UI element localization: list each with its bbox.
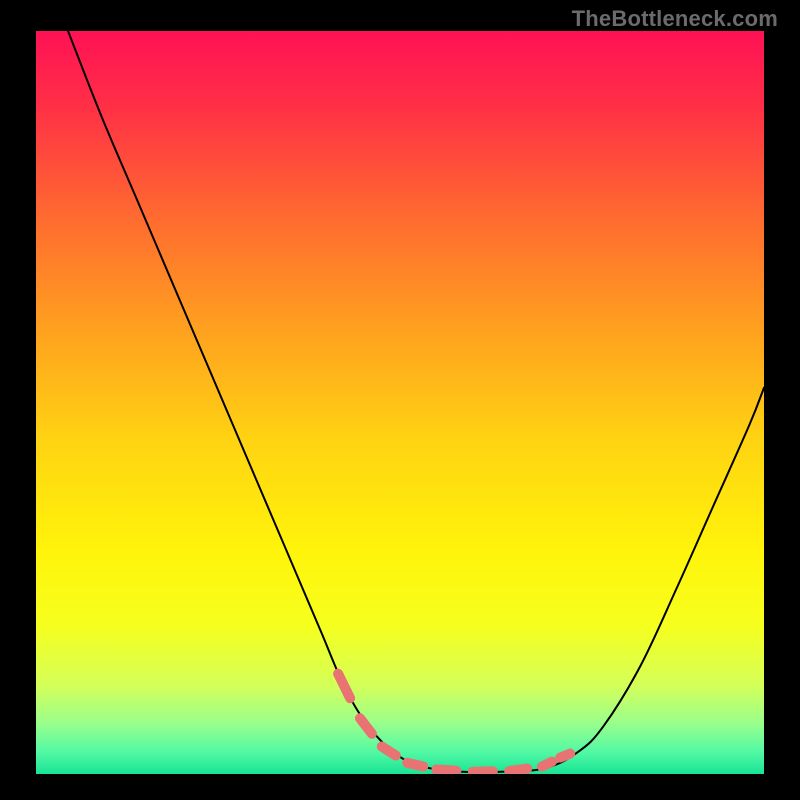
chart-svg [36,31,764,774]
gradient-background [36,31,764,774]
watermark-text: TheBottleneck.com [572,6,778,32]
chart-frame: TheBottleneck.com [0,0,800,800]
